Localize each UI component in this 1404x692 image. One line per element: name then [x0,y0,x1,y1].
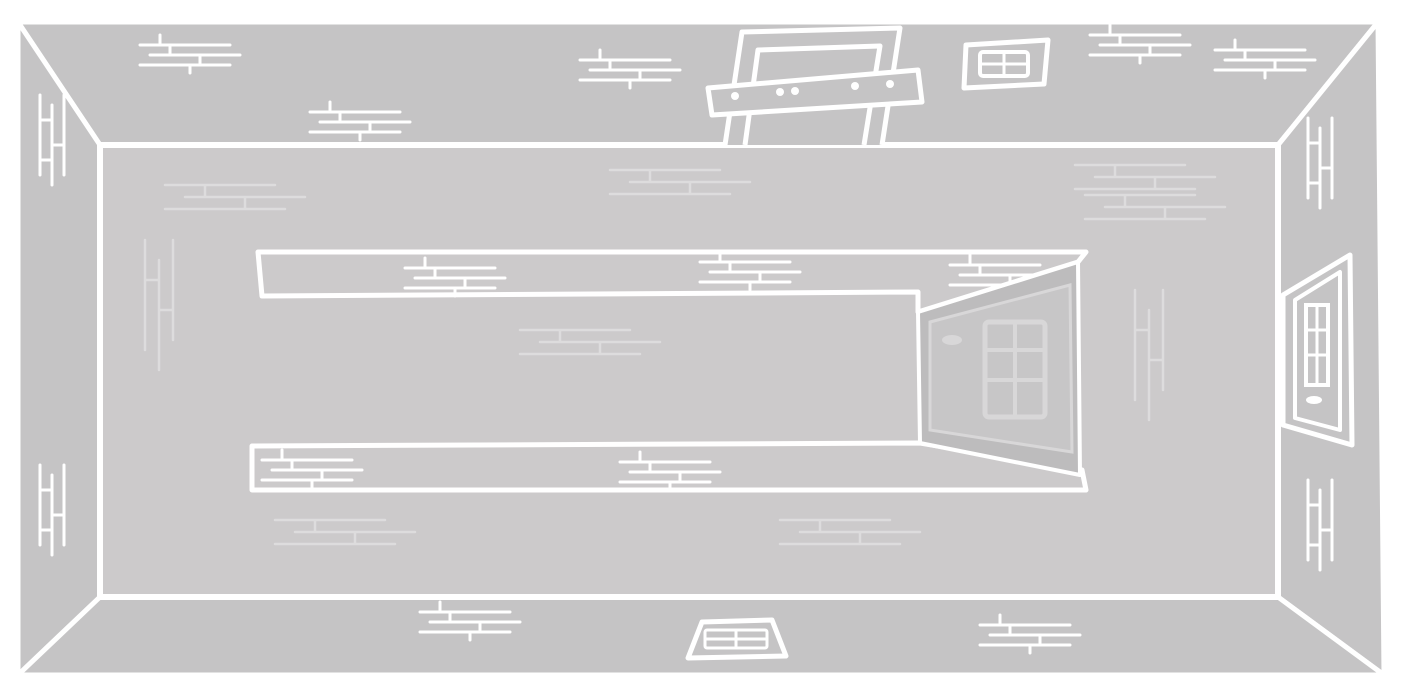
side-door-handle [1306,396,1322,404]
floor-vent[interactable] [685,617,789,661]
floor [97,142,1281,600]
game-scene [0,0,1404,692]
wall-top [15,19,1381,148]
room-canvas [12,16,1390,682]
door-handle [942,335,962,345]
wall-vent[interactable] [961,37,1051,91]
